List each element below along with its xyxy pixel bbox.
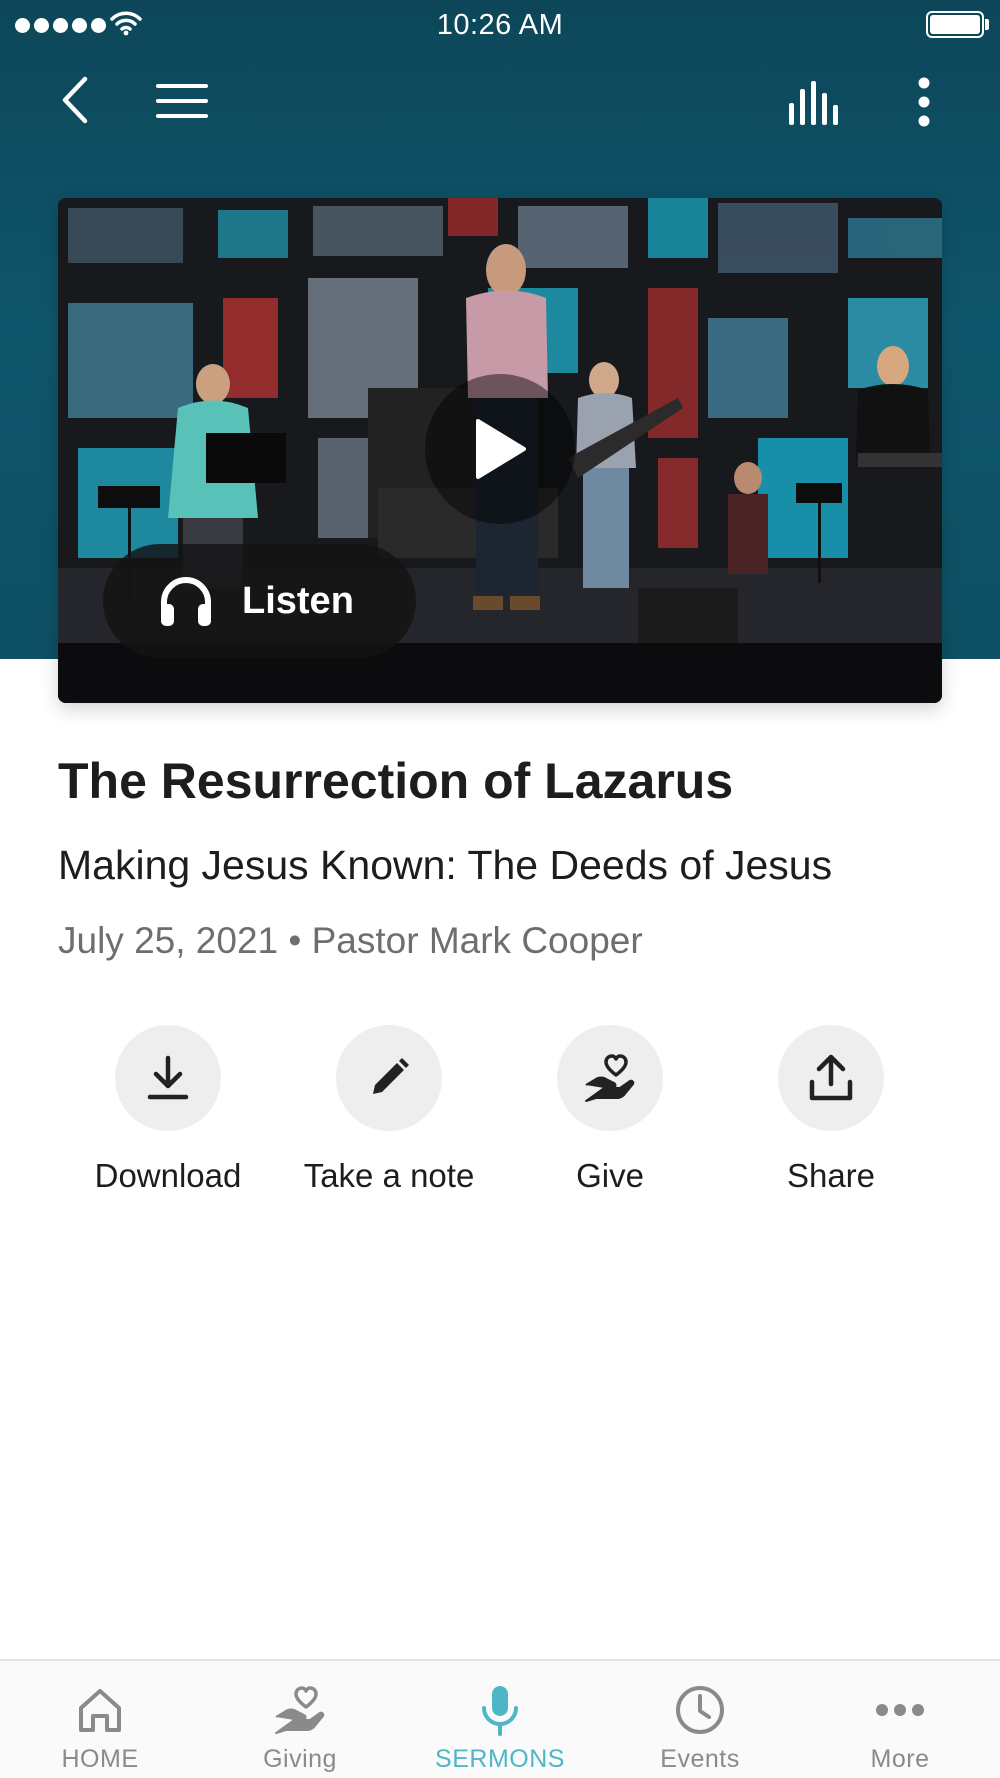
hand-heart-icon <box>557 1025 663 1131</box>
play-icon <box>476 419 526 479</box>
tab-events[interactable]: Events <box>600 1661 800 1778</box>
tab-sermons-label: SERMONS <box>435 1745 565 1773</box>
listen-button[interactable]: Listen <box>103 544 416 658</box>
give-button[interactable]: Give <box>510 1025 710 1195</box>
share-label: Share <box>786 1157 876 1194</box>
tab-more-label: More <box>870 1745 930 1773</box>
audio-bars-icon <box>789 81 838 125</box>
bottom-tab-bar: HOME Giving SERMONS Events More <box>0 1659 1000 1778</box>
tab-sermons[interactable]: SERMONS <box>400 1661 600 1778</box>
status-bar: 10:26 AM <box>0 0 1000 50</box>
take-note-button[interactable]: Take a note <box>289 1025 489 1195</box>
tab-events-label: Events <box>660 1745 740 1773</box>
back-button[interactable] <box>48 70 102 130</box>
more-options-button[interactable] <box>902 74 946 130</box>
pencil-icon <box>336 1025 442 1131</box>
hand-heart-icon <box>274 1681 326 1739</box>
share-button[interactable]: Share <box>731 1025 931 1195</box>
menu-button[interactable] <box>150 78 214 124</box>
status-time: 10:26 AM <box>436 9 564 41</box>
download-button[interactable]: Download <box>68 1025 268 1195</box>
download-icon <box>115 1025 221 1131</box>
microphone-icon <box>480 1681 520 1739</box>
sermon-video-thumbnail[interactable]: Listen <box>58 198 942 703</box>
more-vertical-icon <box>918 77 930 127</box>
sermon-title: The Resurrection of Lazarus <box>58 753 734 809</box>
clock-icon <box>674 1681 726 1739</box>
tab-more[interactable]: More <box>800 1661 1000 1778</box>
sermon-series: Making Jesus Known: The Deeds of Jesus <box>58 842 833 888</box>
battery-icon <box>926 11 984 38</box>
take-note-label: Take a note <box>303 1157 475 1194</box>
home-icon <box>76 1681 124 1739</box>
tab-home[interactable]: HOME <box>0 1661 200 1778</box>
chevron-left-icon <box>62 76 88 124</box>
listen-label: Listen <box>242 579 354 622</box>
more-horizontal-icon <box>875 1681 925 1739</box>
share-icon <box>778 1025 884 1131</box>
play-button[interactable] <box>425 374 575 524</box>
tab-giving[interactable]: Giving <box>200 1661 400 1778</box>
hamburger-menu-icon <box>156 84 208 118</box>
tab-giving-label: Giving <box>263 1745 337 1773</box>
tab-home-label: HOME <box>61 1745 139 1773</box>
give-label: Give <box>576 1157 644 1194</box>
audio-bars-button[interactable] <box>784 78 848 128</box>
headphones-icon <box>158 574 214 628</box>
sermon-date-speaker: July 25, 2021 • Pastor Mark Cooper <box>58 920 643 961</box>
battery-nub <box>985 19 989 30</box>
download-label: Download <box>94 1157 242 1194</box>
